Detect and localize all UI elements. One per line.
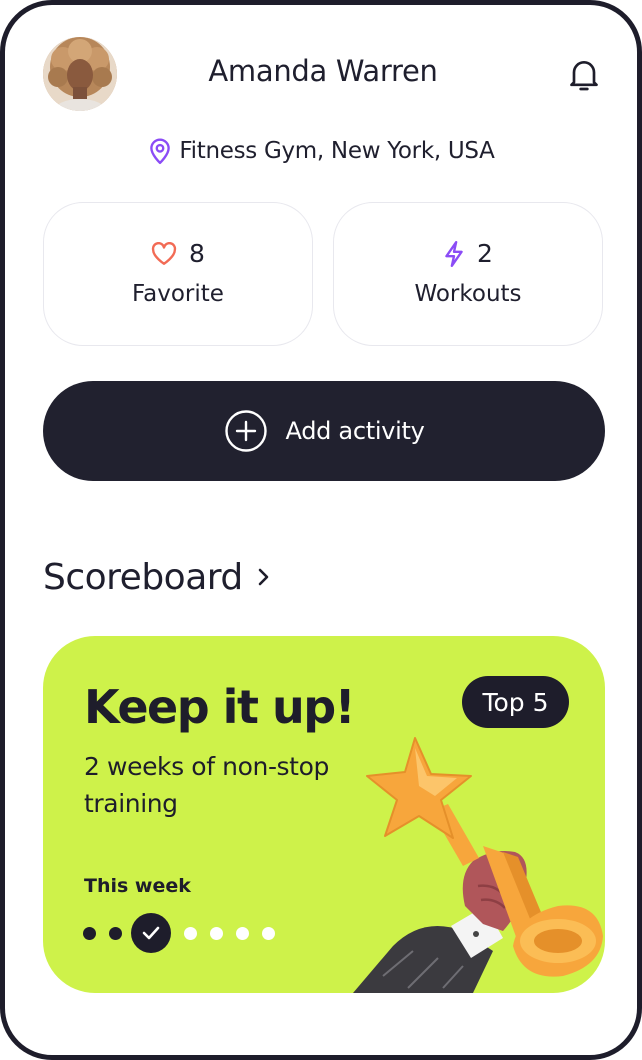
favorite-count: 8 — [189, 239, 205, 268]
day-dot-6 — [236, 926, 249, 940]
rank-badge: Top 5 — [462, 676, 569, 728]
day-dot-1 — [83, 926, 96, 940]
plus-circle-icon — [224, 410, 267, 452]
location[interactable]: Fitness Gym, New York, USA — [0, 133, 642, 169]
avatar[interactable] — [43, 37, 117, 111]
week-label: This week — [84, 875, 191, 897]
bell-icon — [570, 61, 598, 91]
workouts-stat-card[interactable]: 2 Workouts — [333, 202, 603, 346]
scoreboard-card[interactable]: Keep it up! 2 weeks of non-stop training… — [43, 636, 605, 993]
day-dot-7 — [262, 926, 275, 940]
favorite-stat-card[interactable]: 8 Favorite — [43, 202, 313, 346]
day-dot-3 — [131, 913, 171, 953]
notifications-button[interactable] — [564, 54, 604, 94]
scoreboard-title: Scoreboard — [43, 556, 243, 598]
favorite-label: Favorite — [132, 281, 224, 307]
location-label: Fitness Gym, New York, USA — [179, 138, 495, 164]
add-activity-label: Add activity — [285, 417, 425, 445]
profile-name: Amanda Warren — [208, 54, 438, 88]
scoreboard-heading[interactable]: Scoreboard — [43, 554, 271, 600]
week-progress — [83, 913, 288, 953]
lightning-icon — [445, 240, 463, 267]
day-dot-5 — [210, 926, 223, 940]
card-subtitle: 2 weeks of non-stop training — [84, 752, 329, 818]
trophy-illustration — [353, 737, 603, 993]
add-activity-button[interactable]: Add activity — [43, 381, 605, 481]
check-icon — [142, 926, 160, 940]
day-dot-2 — [109, 926, 122, 940]
location-pin-icon — [150, 138, 171, 165]
workouts-label: Workouts — [414, 281, 522, 307]
card-title: Keep it up! — [84, 680, 356, 734]
workouts-count: 2 — [477, 239, 493, 268]
day-dot-4 — [184, 926, 197, 940]
chevron-right-icon — [258, 568, 269, 586]
heart-icon — [151, 241, 177, 265]
